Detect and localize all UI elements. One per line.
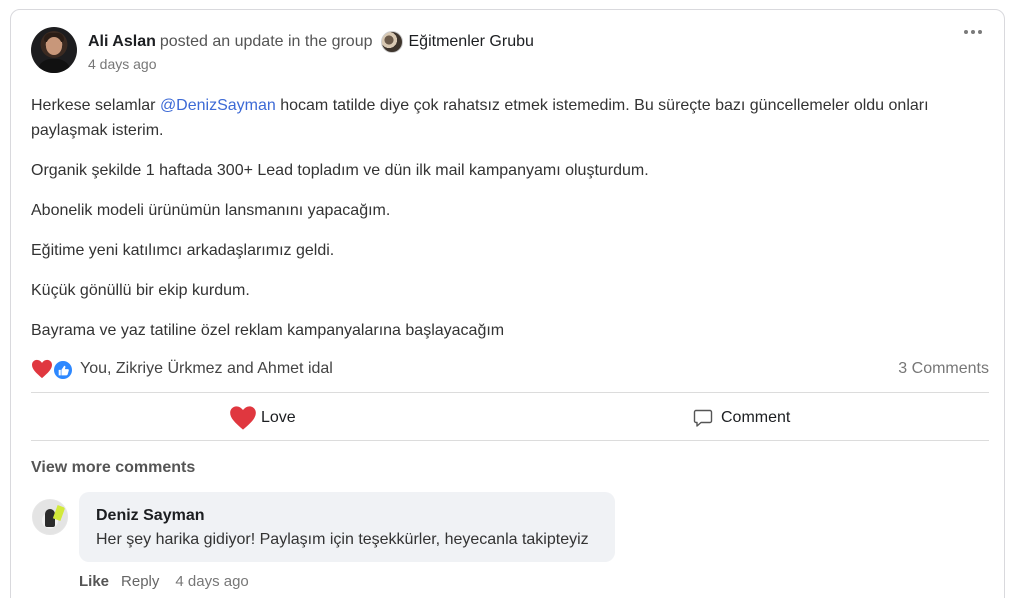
reactors-list[interactable]: You, Zikriye Ürkmez and Ahmet idal bbox=[80, 360, 333, 378]
reactions-summary: You, Zikriye Ürkmez and Ahmet idal 3 Com… bbox=[31, 357, 989, 381]
comment-bubble: Deniz Sayman Her şey harika gidiyor! Pay… bbox=[79, 492, 615, 562]
comment-count[interactable]: 3 Comments bbox=[898, 360, 989, 378]
heart-icon bbox=[32, 359, 52, 379]
post-paragraph: Herkese selamlar @DenizSayman hocam tati… bbox=[31, 93, 991, 143]
comment-button[interactable]: Comment bbox=[693, 404, 790, 432]
author-name[interactable]: Ali Aslan bbox=[88, 32, 156, 52]
comment-actions: Like Reply 4 days ago bbox=[79, 573, 249, 590]
love-button[interactable]: Love bbox=[229, 404, 296, 432]
commenter-avatar[interactable] bbox=[32, 499, 68, 535]
comment-label: Comment bbox=[721, 409, 791, 426]
more-options-icon[interactable] bbox=[964, 28, 982, 36]
comment-reply-button[interactable]: Reply bbox=[121, 573, 159, 590]
comment-text: Her şey harika gidiyor! Paylaşım için te… bbox=[96, 531, 589, 548]
post-paragraph: Abonelik modeli ürünümün lansmanını yapa… bbox=[31, 202, 391, 219]
view-more-comments-link[interactable]: View more comments bbox=[31, 459, 195, 477]
post-timestamp[interactable]: 4 days ago bbox=[88, 56, 157, 72]
mention-link[interactable]: @DenizSayman bbox=[160, 97, 276, 114]
post-text: Herkese selamlar bbox=[31, 97, 160, 114]
post-header: Ali Aslan posted an update in the group … bbox=[88, 31, 534, 53]
comment-like-button[interactable]: Like bbox=[79, 573, 109, 590]
comment-timestamp: 4 days ago bbox=[175, 573, 249, 590]
divider bbox=[31, 392, 989, 393]
group-name-link[interactable]: Eğitmenler Grubu bbox=[409, 32, 534, 52]
thumbs-up-icon bbox=[52, 359, 74, 381]
divider bbox=[31, 440, 989, 441]
heart-icon bbox=[230, 406, 256, 430]
author-avatar[interactable] bbox=[31, 27, 77, 73]
post-paragraph: Bayrama ve yaz tatiline özel reklam kamp… bbox=[31, 322, 505, 339]
reaction-icons[interactable] bbox=[31, 359, 77, 381]
post-body: Herkese selamlar @DenizSayman hocam tati… bbox=[31, 93, 991, 358]
comment-author[interactable]: Deniz Sayman bbox=[96, 507, 204, 525]
post-card: Ali Aslan posted an update in the group … bbox=[10, 9, 1005, 598]
post-paragraph: Organik şekilde 1 haftada 300+ Lead topl… bbox=[31, 162, 649, 179]
post-paragraph: Küçük gönüllü bir ekip kurdum. bbox=[31, 282, 250, 299]
post-verb: posted an update in the group bbox=[159, 33, 373, 50]
comment-bubble-icon bbox=[693, 409, 713, 427]
group-avatar-icon[interactable] bbox=[380, 31, 403, 53]
love-label: Love bbox=[261, 409, 296, 426]
post-paragraph: Eğitime yeni katılımcı arkadaşlarımız ge… bbox=[31, 242, 335, 259]
